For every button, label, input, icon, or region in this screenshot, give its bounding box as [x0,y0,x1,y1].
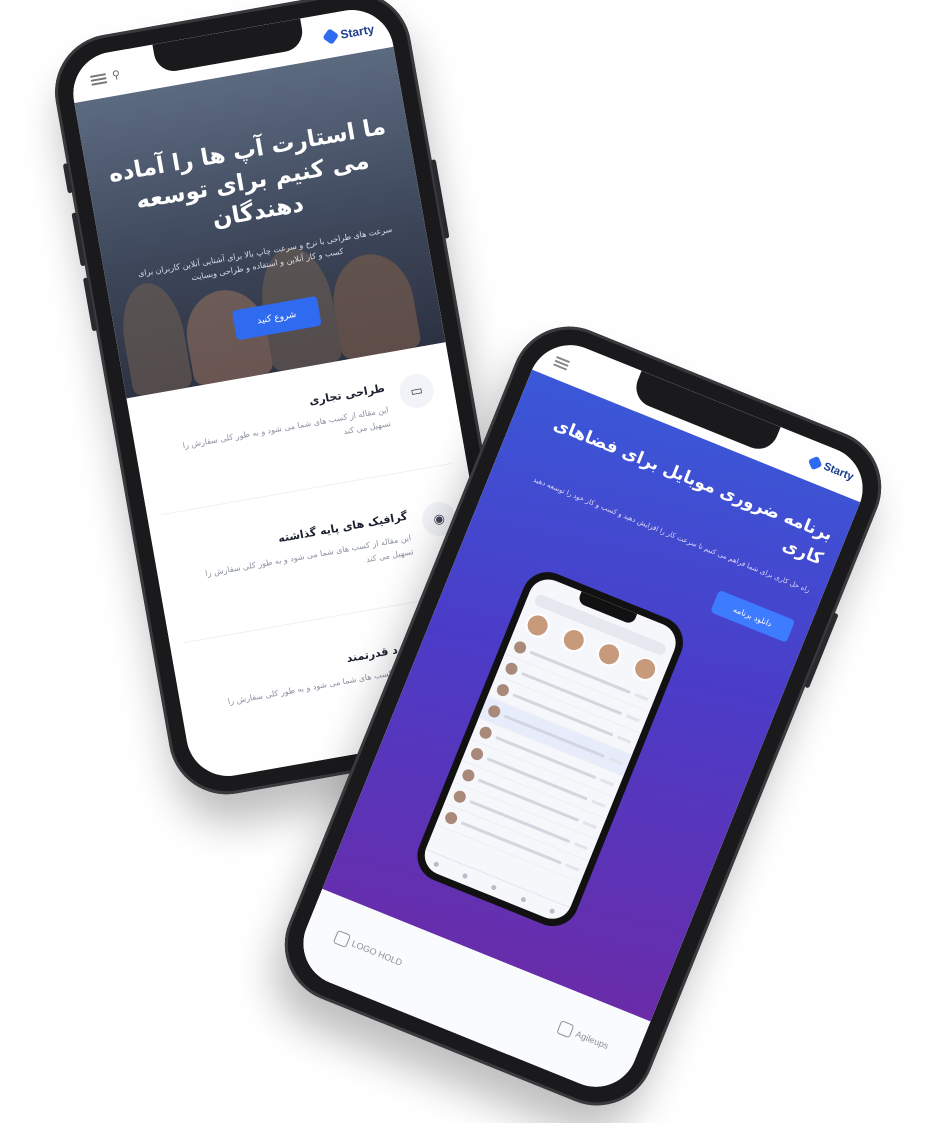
hamburger-menu-icon[interactable] [553,356,570,371]
monitor-icon: ▭ [396,371,437,411]
app-screenshot-screen [418,573,682,925]
mockup-stage: ⚲ Starty ما استارت آپ ها را آماده می کنی… [0,0,935,1123]
logo-text: Starty [339,21,376,42]
download-app-button[interactable]: دانلود برنامه [710,589,796,643]
partner-logo: LOGO HOLD [332,929,405,970]
logo-mark-icon [807,455,823,470]
hamburger-menu-icon[interactable] [89,73,108,86]
partner-logo: Agileups [556,1020,611,1053]
app-screenshot-phone [409,564,691,934]
hero-section: ما استارت آپ ها را آماده می کنیم برای تو… [74,46,446,399]
site-logo[interactable]: Starty [807,455,856,484]
feature-title: طراحی تجاری [308,381,386,408]
site-logo[interactable]: Starty [322,21,376,45]
feature-text: این مقاله از کسب های شما می شود و به طور… [181,405,392,451]
logo-mark-icon [322,28,340,45]
search-icon[interactable]: ⚲ [111,68,121,82]
logo-text: Starty [821,460,856,484]
